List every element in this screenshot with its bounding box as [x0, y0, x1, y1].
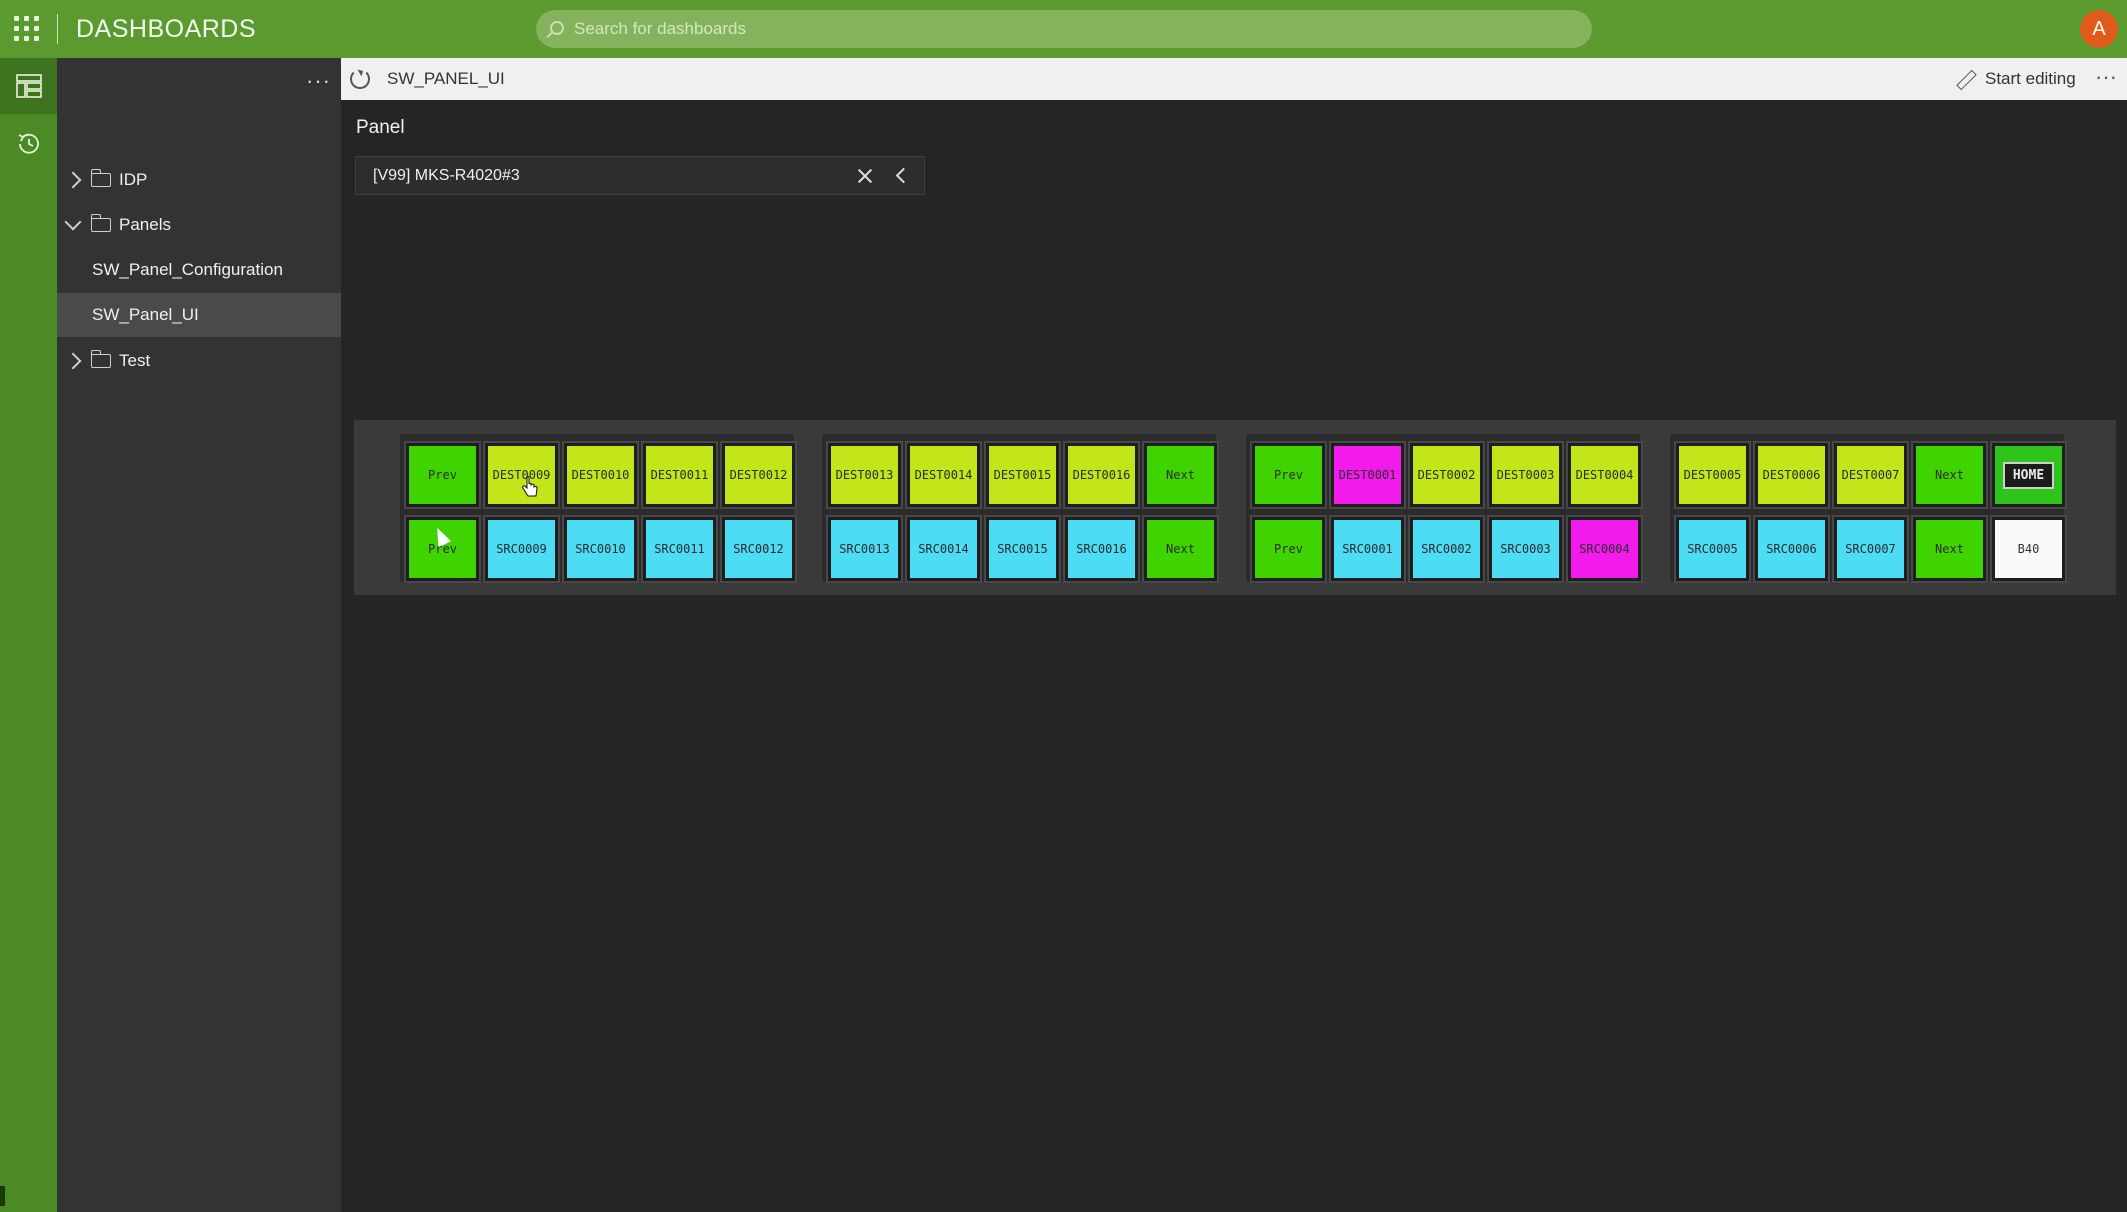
tree-item-sw-panel-ui[interactable]: SW_Panel_UI [57, 293, 341, 337]
key-dest0007[interactable]: DEST0007 [1832, 441, 1909, 509]
key-dest0015[interactable]: DEST0015 [984, 441, 1061, 509]
tree-item-label: Test [119, 351, 151, 370]
start-editing-button[interactable]: Start editing [1957, 66, 2076, 92]
key-src0014[interactable]: SRC0014 [905, 515, 982, 583]
avatar[interactable]: A [2080, 10, 2118, 48]
key-group-4: DEST0005 DEST0006 DEST0007 Next HOME SRC… [1670, 434, 2067, 583]
key-dest0002[interactable]: DEST0002 [1408, 441, 1485, 509]
key-dest0006[interactable]: DEST0006 [1753, 441, 1830, 509]
hand-cursor-icon [522, 476, 538, 497]
key-src0003[interactable]: SRC0003 [1487, 515, 1564, 583]
key-src0015[interactable]: SRC0015 [984, 515, 1061, 583]
key-dest0010[interactable]: DEST0010 [562, 441, 639, 509]
dashboards-nav-button[interactable] [0, 58, 57, 114]
dashboard-tree-icon [15, 74, 42, 98]
key-src0013[interactable]: SRC0013 [826, 515, 903, 583]
chevron-right-icon[interactable] [64, 352, 82, 370]
header-more-button[interactable]: ··· [2095, 64, 2117, 90]
history-nav-button[interactable] [0, 116, 57, 172]
key-dest0003[interactable]: DEST0003 [1487, 441, 1564, 509]
search-icon [550, 21, 564, 35]
key-dest0005[interactable]: DEST0005 [1674, 441, 1751, 509]
tree-item-label: SW_Panel_Configuration [92, 260, 283, 279]
tree-item-label: SW_Panel_UI [92, 305, 199, 324]
key-prev-top[interactable]: Prev [1250, 441, 1327, 509]
device-selector[interactable]: [V99] MKS-R4020#3 [355, 156, 925, 195]
folder-icon [90, 169, 111, 187]
key-src0016[interactable]: SRC0016 [1063, 515, 1140, 583]
tree-item-label: Panels [119, 215, 171, 234]
key-next-top[interactable]: Next [1911, 441, 1988, 509]
search-box[interactable] [536, 10, 1592, 48]
tree-folder-test[interactable]: Test [57, 339, 341, 383]
key-next-bottom[interactable]: Next [1911, 515, 1988, 583]
app-title: DASHBOARDS [76, 15, 257, 43]
key-dest0013[interactable]: DEST0013 [826, 441, 903, 509]
pencil-icon [1957, 70, 1975, 88]
key-next-bottom[interactable]: Next [1142, 515, 1219, 583]
key-src0002[interactable]: SRC0002 [1408, 515, 1485, 583]
tree-folder-panels[interactable]: Panels [57, 203, 341, 247]
dashboard-name: SW_PANEL_UI [387, 69, 505, 88]
chevron-right-icon[interactable] [64, 171, 82, 189]
key-group-1: Prev DEST0009 DEST0010 DEST0011 DEST0012… [400, 434, 797, 583]
key-dest0004[interactable]: DEST0004 [1566, 441, 1643, 509]
key-b40[interactable]: B40 [1990, 515, 2067, 583]
folder-icon [90, 350, 111, 368]
dashboard-tree: ··· IDP Panels SW_Panel_Configuration SW… [57, 58, 341, 1212]
folder-icon [90, 214, 111, 232]
key-group-2: DEST0013 DEST0014 DEST0015 DEST0016 Next… [822, 434, 1219, 583]
rail-indicator [0, 1186, 5, 1206]
key-prev-top[interactable]: Prev [404, 441, 481, 509]
search-input[interactable] [574, 10, 1574, 48]
tree-more-button[interactable]: ··· [306, 68, 331, 94]
key-prev-bottom[interactable]: Prev [1250, 515, 1327, 583]
key-src0001[interactable]: SRC0001 [1329, 515, 1406, 583]
key-src0011[interactable]: SRC0011 [641, 515, 718, 583]
start-editing-label: Start editing [1985, 69, 2076, 88]
left-rail [0, 58, 57, 1212]
key-src0004[interactable]: SRC0004 [1566, 515, 1643, 583]
refresh-icon[interactable] [350, 69, 370, 89]
key-dest0011[interactable]: DEST0011 [641, 441, 718, 509]
device-selector-value: [V99] MKS-R4020#3 [373, 167, 520, 184]
key-home-label: HOME [2002, 461, 2055, 489]
key-panel: Prev DEST0009 DEST0010 DEST0011 DEST0012… [354, 420, 2116, 595]
key-src0012[interactable]: SRC0012 [720, 515, 797, 583]
key-dest0016[interactable]: DEST0016 [1063, 441, 1140, 509]
app-launcher-icon[interactable] [14, 16, 40, 42]
key-group-3: Prev DEST0001 DEST0002 DEST0003 DEST0004… [1246, 434, 1643, 583]
key-src0009[interactable]: SRC0009 [483, 515, 560, 583]
key-dest0001[interactable]: DEST0001 [1329, 441, 1406, 509]
key-src0006[interactable]: SRC0006 [1753, 515, 1830, 583]
key-src0005[interactable]: SRC0005 [1674, 515, 1751, 583]
tree-item-sw-panel-configuration[interactable]: SW_Panel_Configuration [57, 248, 341, 292]
key-src0010[interactable]: SRC0010 [562, 515, 639, 583]
close-icon[interactable] [856, 167, 874, 185]
key-next-top[interactable]: Next [1142, 441, 1219, 509]
topbar-divider [57, 14, 58, 44]
key-src0007[interactable]: SRC0007 [1832, 515, 1909, 583]
dashboard-header: SW_PANEL_UI Start editing ··· [341, 58, 2127, 100]
chevron-left-icon[interactable] [895, 167, 912, 184]
history-icon [18, 133, 39, 154]
panel-title: Panel [356, 117, 405, 138]
tree-folder-idp[interactable]: IDP [57, 158, 341, 202]
key-dest0014[interactable]: DEST0014 [905, 441, 982, 509]
top-bar: DASHBOARDS A [0, 0, 2127, 58]
key-home[interactable]: HOME [1990, 441, 2067, 509]
chevron-down-icon[interactable] [64, 213, 82, 231]
tree-item-label: IDP [119, 170, 148, 189]
key-dest0012[interactable]: DEST0012 [720, 441, 797, 509]
